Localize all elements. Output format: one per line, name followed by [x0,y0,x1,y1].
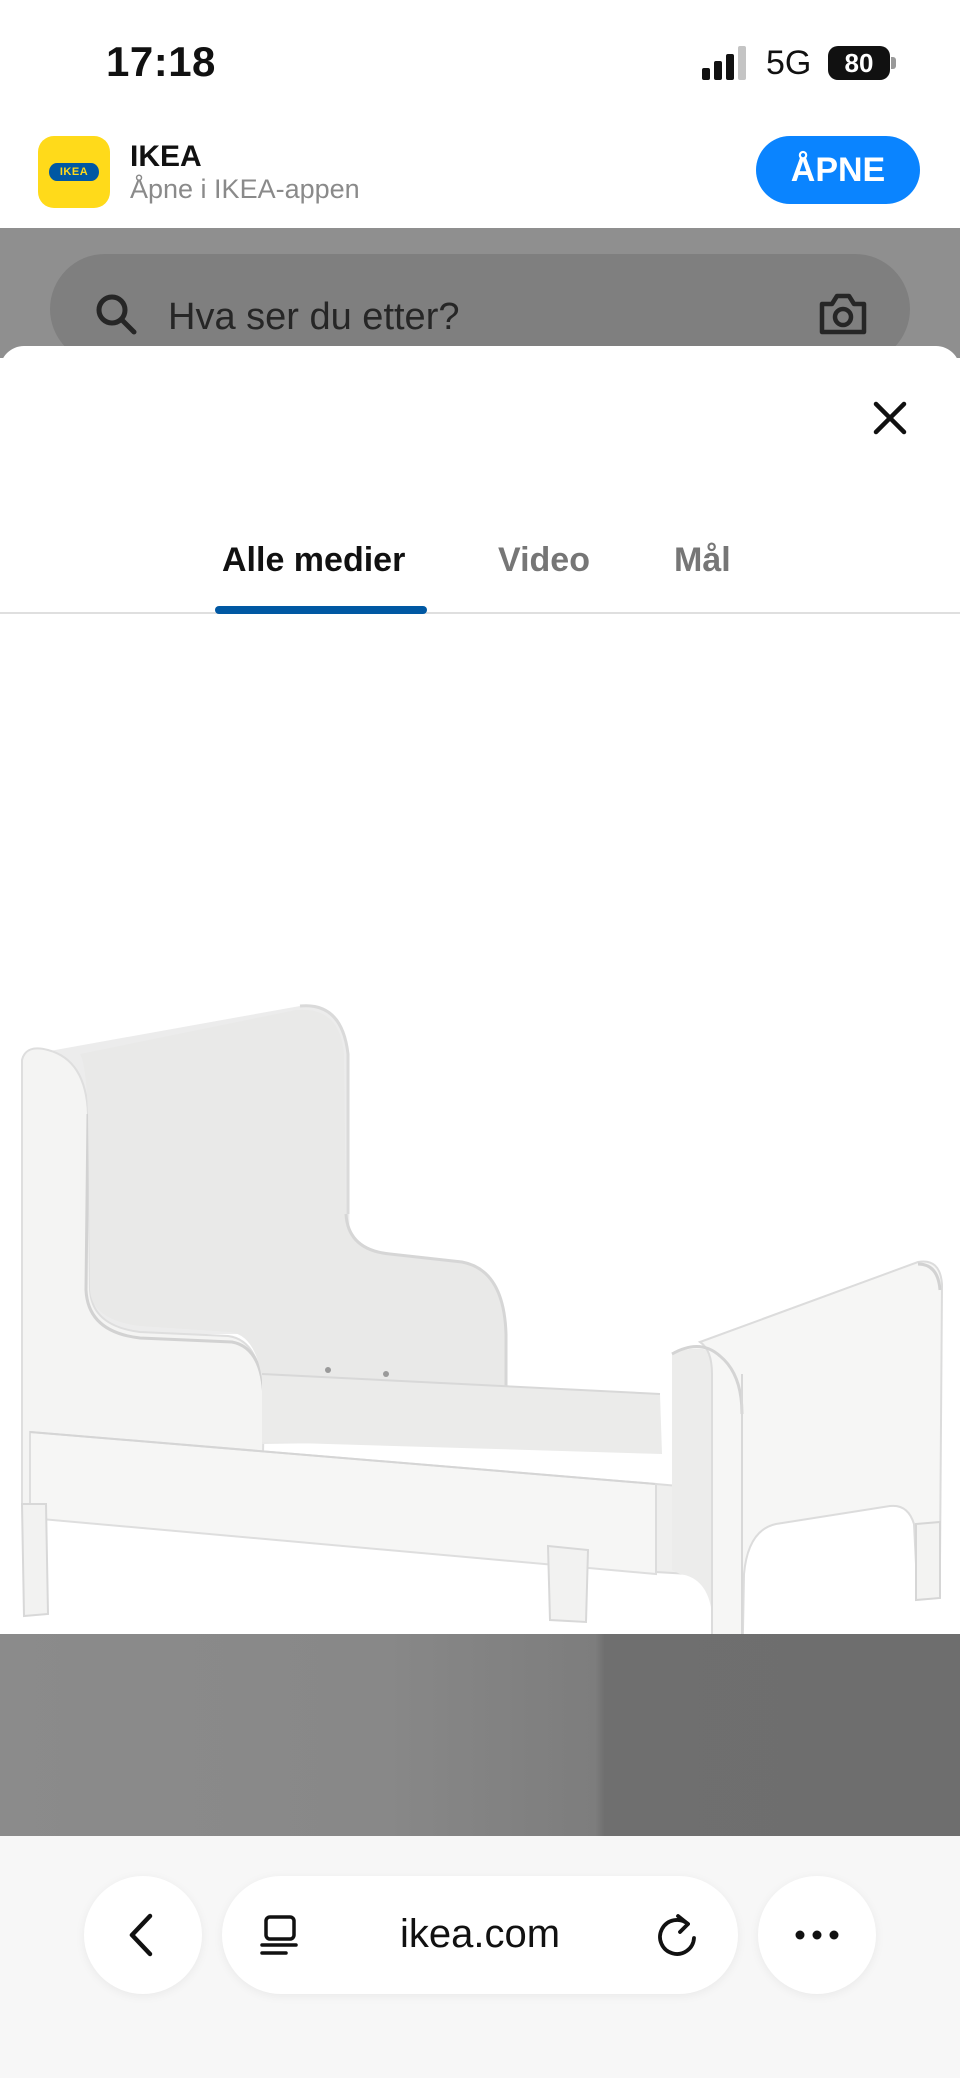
network-type: 5G [766,44,812,82]
open-app-button[interactable]: ÅPNE [756,136,920,204]
address-bar[interactable]: ikea.com [222,1876,738,1994]
product-image-secondary[interactable] [0,1634,960,1836]
app-subtitle: Åpne i IKEA-appen [130,174,360,204]
media-modal: Alle medier Video Mål [0,346,960,1836]
status-time: 17:18 [106,38,216,85]
back-button[interactable] [84,1876,202,1994]
close-icon[interactable] [860,388,920,448]
product-image[interactable] [0,614,960,1634]
chevron-left-icon [129,1913,153,1957]
active-tab-indicator [215,606,427,614]
extendable-bed-illustration [20,1004,944,1634]
tab-all-media[interactable]: Alle medier [222,510,405,610]
tab-video[interactable]: Video [498,510,590,610]
battery-icon: 80 [828,46,896,80]
page-header-dimmed: Hva ser du etter? [0,228,960,364]
app-banner: IKEA IKEA Åpne i IKEA-appen ÅPNE [0,128,960,228]
search-icon [96,294,137,335]
ikea-logo: IKEA [49,163,99,181]
tab-dimensions[interactable]: Mål [674,510,731,610]
browser-toolbar: ikea.com [0,1836,960,2078]
battery-level: 80 [828,46,890,80]
status-bar: 17:18 5G 80 [0,0,960,128]
ikea-app-icon: IKEA [38,136,110,208]
app-name: IKEA [130,140,202,173]
reload-icon[interactable] [656,1912,700,1958]
signal-icon [702,46,746,80]
search-input[interactable]: Hva ser du etter? [168,296,459,339]
more-icon [795,1930,839,1940]
battery-tip [891,57,896,69]
media-tabs: Alle medier Video Mål [0,510,960,614]
camera-icon[interactable] [818,290,868,336]
more-button[interactable] [758,1876,876,1994]
